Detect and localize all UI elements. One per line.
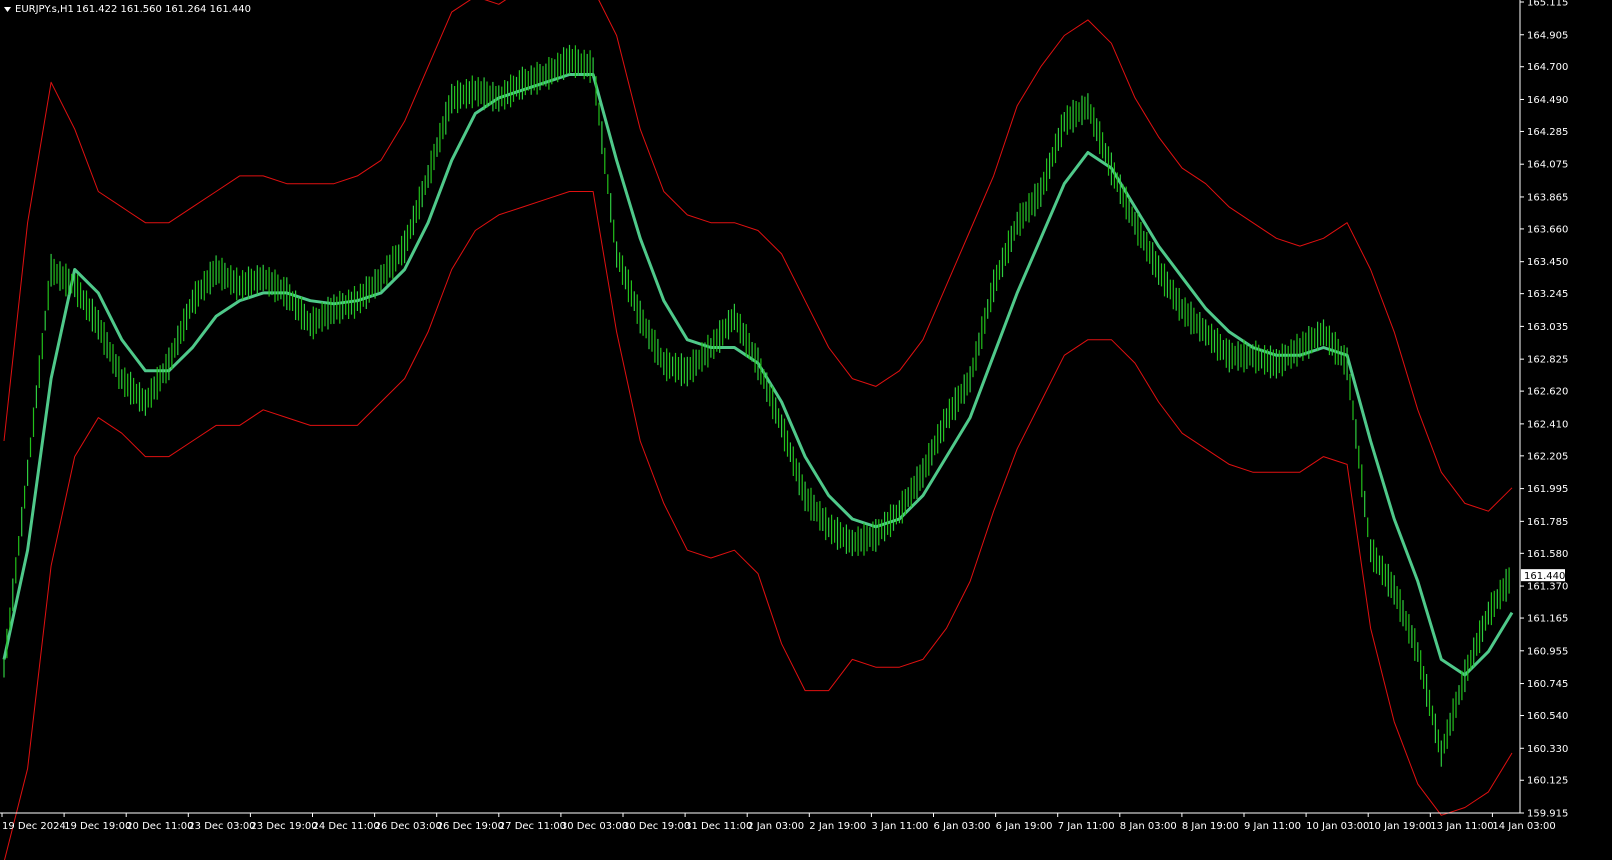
y-tick-label: 160.330 [1527, 744, 1568, 755]
x-tick-label: 8 Jan 03:00 [1120, 821, 1177, 832]
y-tick-label: 164.700 [1527, 62, 1568, 73]
x-tick-label: 9 Jan 11:00 [1244, 821, 1301, 832]
y-tick-label: 161.370 [1527, 582, 1568, 593]
x-tick-label: 14 Jan 03:00 [1492, 821, 1555, 832]
y-tick-label: 162.205 [1527, 451, 1568, 462]
y-tick-label: 163.660 [1527, 224, 1568, 235]
x-tick-label: 19 Dec 2024 [2, 821, 66, 832]
price-chart[interactable]: 165.115 164.905 164.700 164.490 164.285 164.0… [0, 0, 1612, 860]
x-tick-label: 3 Jan 11:00 [871, 821, 928, 832]
chart-header: EURJPY.s,H1 161.422 161.560 161.264 161.… [4, 4, 251, 15]
x-tick-label: 10 Jan 03:00 [1306, 821, 1369, 832]
y-tick-label: 163.245 [1527, 289, 1568, 300]
y-tick-label: 164.490 [1527, 95, 1568, 106]
y-tick-label: 163.450 [1527, 257, 1568, 268]
y-tick-label: 160.955 [1527, 646, 1568, 657]
x-tick-label: 31 Dec 11:00 [685, 821, 752, 832]
ohlc-values: 161.422 161.560 161.264 161.440 [76, 4, 251, 15]
x-tick-label: 8 Jan 19:00 [1182, 821, 1239, 832]
x-tick-label: 30 Dec 19:00 [623, 821, 690, 832]
x-tick-label: 2 Jan 03:00 [747, 821, 804, 832]
last-price-tag: 161.440 [1521, 569, 1565, 582]
x-tick-label: 30 Dec 03:00 [561, 821, 628, 832]
x-tick-label: 6 Jan 19:00 [996, 821, 1053, 832]
x-tick-label: 27 Dec 11:00 [499, 821, 566, 832]
x-tick-label: 6 Jan 03:00 [934, 821, 991, 832]
x-tick-label: 26 Dec 19:00 [437, 821, 504, 832]
y-tick-label: 161.580 [1527, 549, 1568, 560]
x-tick-label: 19 Dec 19:00 [64, 821, 131, 832]
y-tick-label: 161.785 [1527, 517, 1568, 528]
x-tick-label: 26 Dec 03:00 [375, 821, 442, 832]
y-tick-label: 163.865 [1527, 192, 1568, 203]
y-tick-label: 165.115 [1527, 0, 1568, 9]
x-tick-label: 20 Dec 11:00 [126, 821, 193, 832]
y-tick-label: 162.825 [1527, 355, 1568, 366]
x-tick-label: 13 Jan 11:00 [1430, 821, 1493, 832]
x-tick-label: 23 Dec 19:00 [250, 821, 317, 832]
symbol-label: EURJPY.s,H1 [15, 4, 74, 15]
y-tick-label: 164.075 [1527, 160, 1568, 171]
y-tick-label: 162.410 [1527, 419, 1568, 430]
y-tick-label: 161.165 [1527, 614, 1568, 625]
x-tick-label: 24 Dec 11:00 [313, 821, 380, 832]
x-tick-label: 2 Jan 19:00 [809, 821, 866, 832]
x-tick-label: 10 Jan 19:00 [1368, 821, 1431, 832]
y-tick-label: 162.620 [1527, 387, 1568, 398]
y-tick-label: 164.285 [1527, 127, 1568, 138]
chart-background [0, 0, 1612, 860]
x-tick-label: 7 Jan 11:00 [1058, 821, 1115, 832]
y-tick-label: 160.125 [1527, 776, 1568, 787]
y-tick-label: 163.035 [1527, 322, 1568, 333]
y-tick-label: 160.745 [1527, 679, 1568, 690]
x-tick-label: 23 Dec 03:00 [188, 821, 255, 832]
y-tick-label: 164.905 [1527, 30, 1568, 41]
y-tick-label: 160.540 [1527, 711, 1568, 722]
y-tick-label: 159.915 [1527, 809, 1568, 820]
last-price-label: 161.440 [1524, 571, 1565, 582]
y-tick-label: 161.995 [1527, 484, 1568, 495]
